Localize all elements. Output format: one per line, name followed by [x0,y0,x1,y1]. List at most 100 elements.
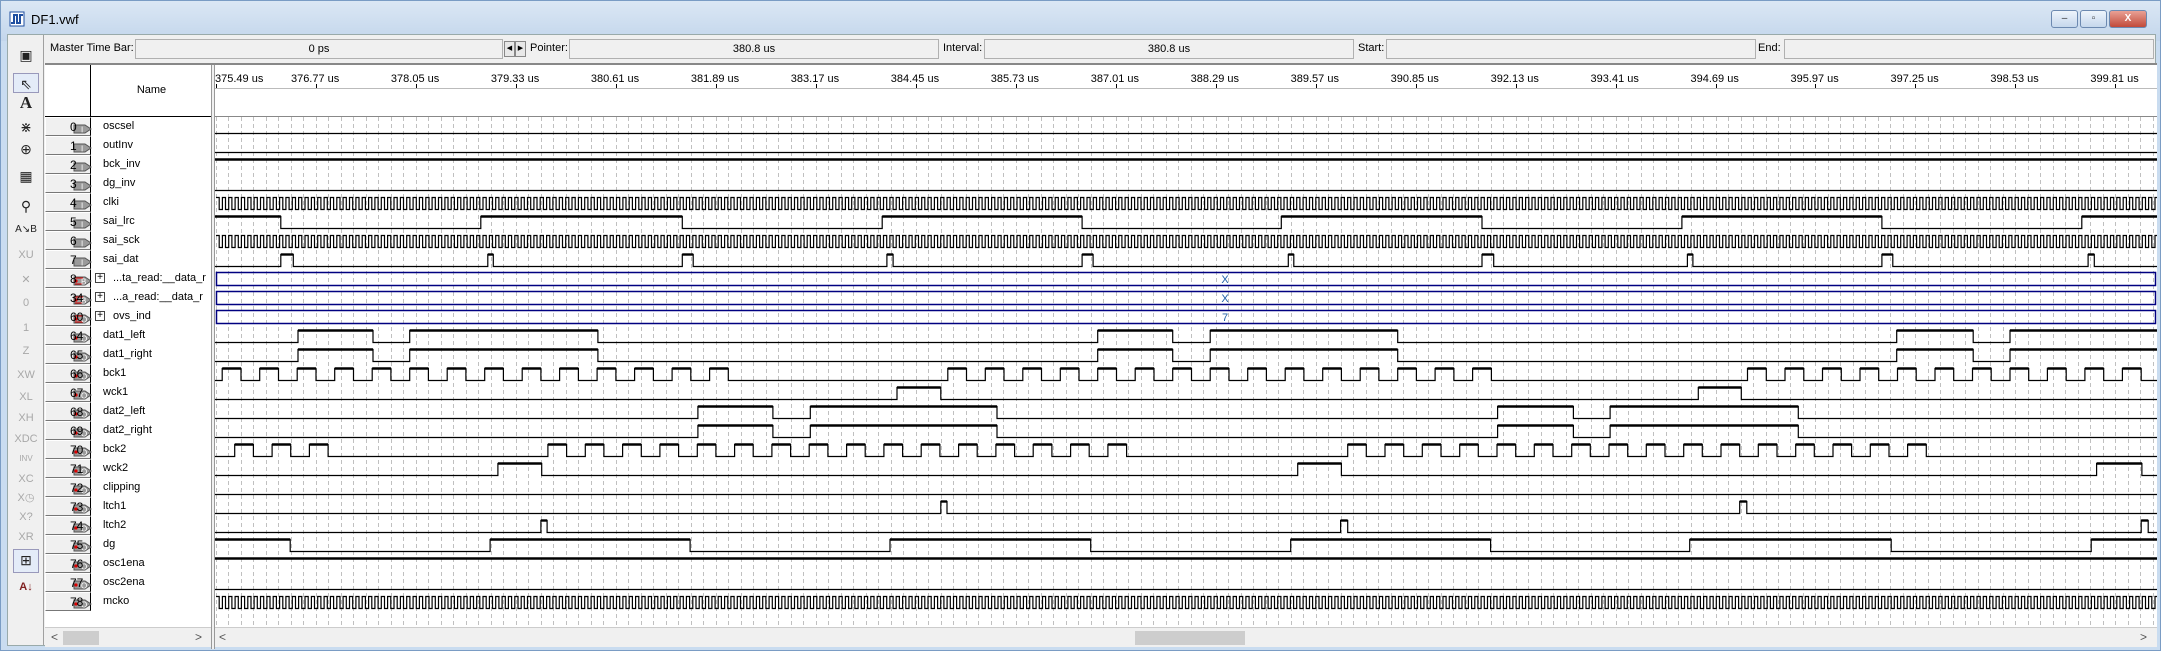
signal-index-cell[interactable]: O 78 [45,592,92,611]
master-time-bar-field[interactable]: 0 ps [135,39,503,59]
random-value-icon[interactable]: XR [13,527,39,547]
invert-icon[interactable]: INV [13,449,39,469]
waveform-canvas[interactable]: XX 7 [215,117,2157,627]
weak-low-icon[interactable]: XL [13,387,39,407]
signal-index-cell[interactable]: O 70 [45,440,92,459]
scroll-right-arrow[interactable]: > [195,630,202,644]
signal-row-ta-read-data-r[interactable]: B 8 + ...ta_read:__data_r [45,269,211,288]
signal-index-cell[interactable]: O 67 [45,383,92,402]
waveform-panel[interactable]: 375.49 us 376.77 us 378.05 us 379.33 us 380.… [215,65,2157,627]
bus-waveform[interactable] [215,290,2157,306]
count-value-icon[interactable]: XC [13,469,39,489]
sort-icon[interactable]: A↓ [13,577,39,597]
snap-to-grid-icon[interactable]: ⊞ [13,549,39,573]
signal-row-outinv[interactable]: I 1 outInv [45,136,211,155]
signal-index-cell[interactable]: O 65 [45,345,92,364]
forcing-high-icon[interactable]: 1 [13,318,39,338]
signal-index-cell[interactable]: O 64 [45,326,92,345]
scroll-left-arrow[interactable]: < [219,630,226,644]
scroll-right-arrow[interactable]: > [2140,630,2147,644]
next-transition-button[interactable]: ▶ [515,41,526,57]
signal-index-cell[interactable]: I4 [45,193,92,212]
signal-row-clipping[interactable]: O 72 clipping [45,478,211,497]
signal-index-cell[interactable]: O 60 [45,307,92,326]
signal-row-bck-inv[interactable]: I 2 bck_inv [45,155,211,174]
signal-index-cell[interactable]: O 74 [45,516,92,535]
signal-row-bck2[interactable]: O 70 bck2 [45,440,211,459]
signal-row-wck2[interactable]: O 71 wck2 [45,459,211,478]
expand-bus-button[interactable]: + [95,292,105,302]
dont-care-icon[interactable]: XDC [13,429,39,449]
time-ruler[interactable]: 375.49 us 376.77 us 378.05 us 379.33 us 380.… [215,65,2157,117]
bus-waveform[interactable] [215,271,2157,287]
signal-index-cell[interactable]: O 71 [45,459,92,478]
signal-row-sai-sck[interactable]: I 6 sai_sck [45,231,211,250]
signal-index-cell[interactable]: O 76 [45,554,92,573]
text-tool-icon[interactable]: A [13,93,39,113]
signal-row-dg[interactable]: O 75 dg [45,535,211,554]
signal-row-dat2-right[interactable]: O 69 dat2_right [45,421,211,440]
expand-bus-button[interactable]: + [95,273,105,283]
signal-row-clki[interactable]: I 4 clki [45,193,211,212]
signal-index-cell[interactable]: I0 [45,117,92,136]
high-impedance-icon[interactable]: Z [13,341,39,361]
signal-index-cell[interactable]: O 73 [45,497,92,516]
find-icon[interactable]: ⚲ [13,196,39,216]
signal-index-cell[interactable]: O 68 [45,402,92,421]
close-button[interactable]: X [2109,10,2147,28]
signal-waveform[interactable] [216,595,2157,610]
zoom-icon[interactable]: ⊕ [13,139,39,159]
scroll-thumb[interactable] [63,631,99,645]
signal-index-cell[interactable]: I6 [45,231,92,250]
forcing-low-icon[interactable]: 0 [13,293,39,313]
replace-icon[interactable]: A↘B [13,220,39,240]
minimize-button[interactable]: – [2051,10,2078,28]
node-finder-icon[interactable]: ⋇ [13,117,39,137]
signal-row-mcko[interactable]: O 78 mcko [45,592,211,611]
signal-waveform[interactable] [216,196,2157,211]
uninitialized-icon[interactable]: XU [13,245,39,265]
signal-row-osc1ena[interactable]: O 76 osc1ena [45,554,211,573]
signal-index-cell[interactable]: B 34 [45,288,92,307]
name-horizontal-scrollbar[interactable]: < > [45,627,211,647]
signal-index-cell[interactable]: O 69 [45,421,92,440]
waveform-editor-icon[interactable]: ▣ [13,45,39,65]
signal-index-cell[interactable]: I1 [45,136,92,155]
signal-row-sai-lrc[interactable]: I 5 sai_lrc [45,212,211,231]
signal-index-cell[interactable]: O 77 [45,573,92,592]
arbitrary-value-icon[interactable]: X? [13,507,39,527]
signal-index-cell[interactable]: I2 [45,155,92,174]
signal-index-cell[interactable]: I7 [45,250,92,269]
weak-high-icon[interactable]: XH [13,408,39,428]
waveform-horizontal-scrollbar[interactable]: < > [215,627,2157,647]
restore-button[interactable]: ▫ [2080,10,2107,28]
signal-row-dat1-left[interactable]: O 64 dat1_left [45,326,211,345]
full-screen-icon[interactable]: ▦ [13,166,39,186]
signal-row-ltch2[interactable]: O 74 ltch2 [45,516,211,535]
signal-row-osc2ena[interactable]: O 77 osc2ena [45,573,211,592]
signal-row-oscsel[interactable]: I 0 oscsel [45,117,211,136]
name-column-header[interactable]: Name [91,65,212,117]
signal-row-ltch1[interactable]: O 73 ltch1 [45,497,211,516]
expand-bus-button[interactable]: + [95,311,105,321]
clock-value-icon[interactable]: X◷ [13,488,39,508]
signal-index-cell[interactable]: B8 [45,269,92,288]
bus-waveform[interactable] [215,309,2157,325]
signal-index-cell[interactable]: O 75 [45,535,92,554]
weak-unknown-icon[interactable]: XW [13,365,39,385]
signal-row-dg-inv[interactable]: I 3 dg_inv [45,174,211,193]
signal-index-cell[interactable]: O 66 [45,364,92,383]
scroll-thumb[interactable] [1135,631,1245,645]
signal-row-dat1-right[interactable]: O 65 dat1_right [45,345,211,364]
scroll-left-arrow[interactable]: < [51,630,58,644]
signal-row-sai-dat[interactable]: I 7 sai_dat [45,250,211,269]
forcing-unknown-icon[interactable]: ✕ [13,270,39,290]
signal-row-wck1[interactable]: O 67 wck1 [45,383,211,402]
signal-index-cell[interactable]: O 72 [45,478,92,497]
previous-transition-button[interactable]: ◀ [504,41,515,57]
signal-row-a-read-data-r[interactable]: B 34 + ...a_read:__data_r [45,288,211,307]
signal-row-ovs-ind[interactable]: O 60 + ovs_ind [45,307,211,326]
signal-row-bck1[interactable]: O 66 bck1 [45,364,211,383]
signal-index-cell[interactable]: I5 [45,212,92,231]
signal-waveform[interactable] [216,234,2157,249]
